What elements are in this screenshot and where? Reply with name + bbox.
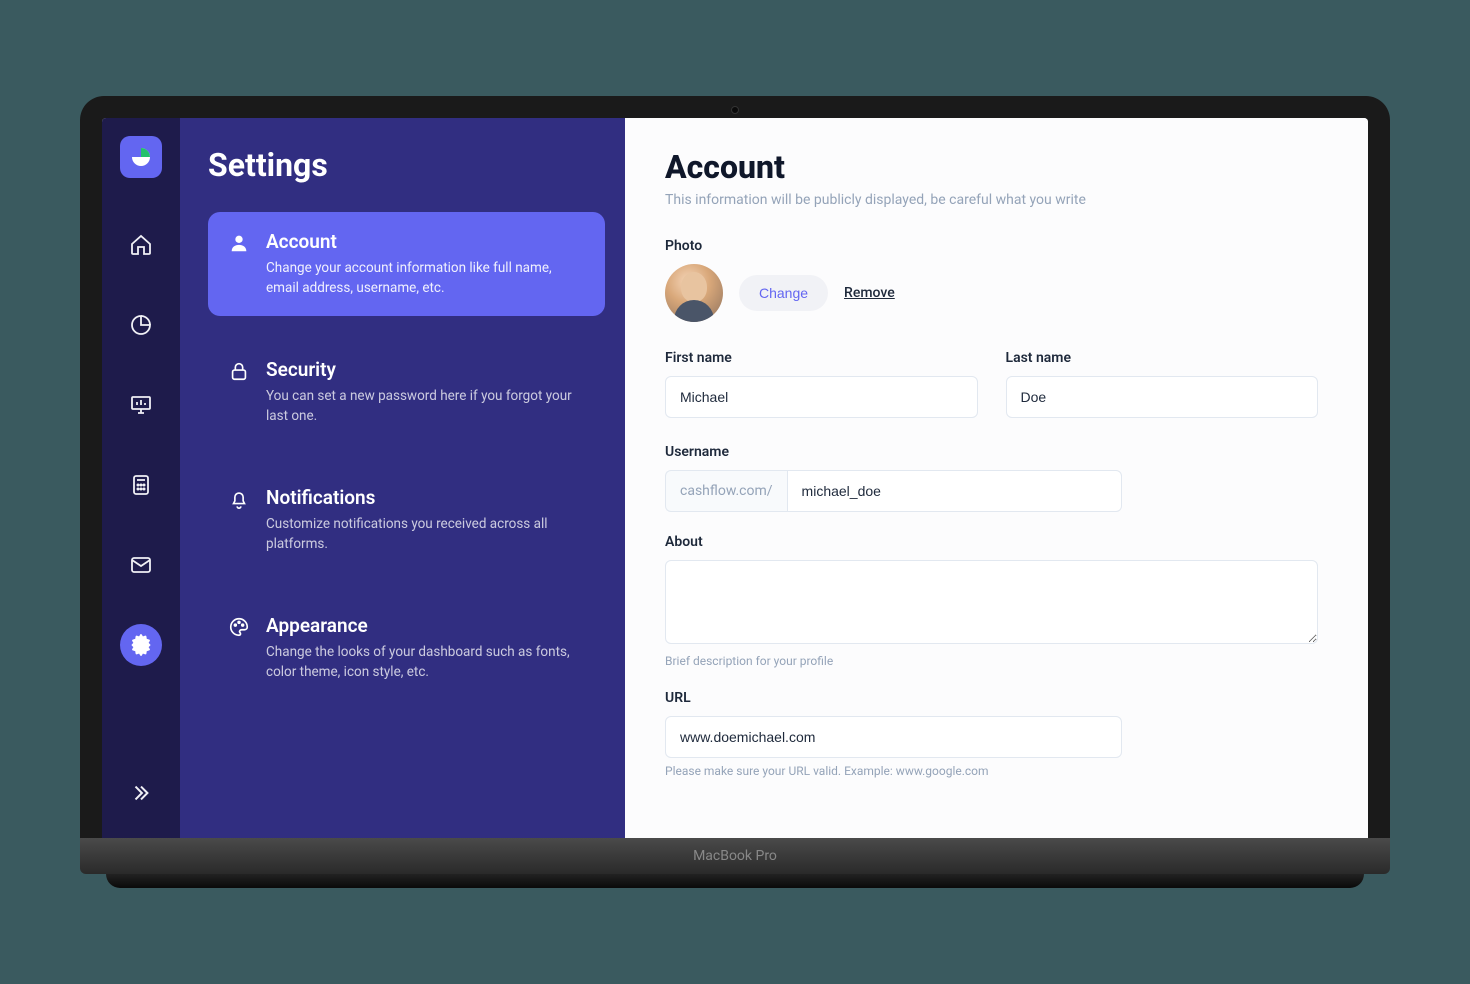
about-label: About: [665, 534, 1318, 550]
settings-item-title: Account: [266, 230, 585, 253]
username-prefix: cashflow.com/: [665, 470, 787, 512]
settings-item-desc: Customize notifications you received acr…: [266, 515, 585, 554]
page-title: Account: [665, 148, 1318, 186]
url-hint: Please make sure your URL valid. Example…: [665, 764, 1318, 778]
rail-expand-toggle[interactable]: [120, 772, 162, 814]
url-label: URL: [665, 690, 1318, 706]
avatar: [665, 264, 723, 322]
settings-item-appearance[interactable]: Appearance Change the looks of your dash…: [208, 596, 605, 700]
nav-settings[interactable]: [120, 624, 162, 666]
url-input[interactable]: [665, 716, 1122, 758]
settings-subnav: Settings Account Change your account inf…: [180, 118, 625, 838]
change-photo-button[interactable]: Change: [739, 275, 828, 311]
laptop-bottom-edge: [106, 874, 1364, 888]
main-content: Account This information will be publicl…: [625, 118, 1368, 838]
chevron-double-right-icon: [130, 782, 152, 804]
nav-home[interactable]: [120, 224, 162, 266]
screen-bezel: Settings Account Change your account inf…: [80, 96, 1390, 838]
gear-icon: [129, 633, 153, 657]
presentation-icon: [129, 393, 153, 417]
pie-logo-icon: [129, 145, 153, 169]
first-name-label: First name: [665, 350, 978, 366]
nav-analytics[interactable]: [120, 304, 162, 346]
first-name-input[interactable]: [665, 376, 978, 418]
nav-presentation[interactable]: [120, 384, 162, 426]
nav-rail: [102, 118, 180, 838]
nav-mail[interactable]: [120, 544, 162, 586]
username-input[interactable]: [787, 470, 1123, 512]
device-frame: Settings Account Change your account inf…: [80, 96, 1390, 888]
about-hint: Brief description for your profile: [665, 654, 1318, 668]
calculator-icon: [129, 473, 153, 497]
last-name-input[interactable]: [1006, 376, 1319, 418]
app-logo[interactable]: [120, 136, 162, 178]
settings-item-desc: Change your account information like ful…: [266, 259, 585, 298]
lock-icon: [228, 360, 250, 382]
photo-label: Photo: [665, 238, 1318, 254]
settings-item-security[interactable]: Security You can set a new password here…: [208, 340, 605, 444]
camera-icon: [731, 106, 739, 114]
settings-item-account[interactable]: Account Change your account information …: [208, 212, 605, 316]
settings-item-title: Appearance: [266, 614, 585, 637]
username-label: Username: [665, 444, 1318, 460]
page-subtitle: This information will be publicly displa…: [665, 192, 1318, 208]
settings-item-title: Security: [266, 358, 585, 381]
photo-controls: Change Remove: [665, 264, 1318, 322]
pie-chart-icon: [129, 313, 153, 337]
laptop-base: MacBook Pro: [80, 838, 1390, 874]
app-viewport: Settings Account Change your account inf…: [102, 118, 1368, 838]
settings-item-notifications[interactable]: Notifications Customize notifications yo…: [208, 468, 605, 572]
settings-item-desc: Change the looks of your dashboard such …: [266, 643, 585, 682]
person-icon: [228, 232, 250, 254]
settings-item-desc: You can set a new password here if you f…: [266, 387, 585, 426]
settings-heading: Settings: [208, 146, 605, 184]
mail-icon: [129, 553, 153, 577]
palette-icon: [228, 616, 250, 638]
nav-calculator[interactable]: [120, 464, 162, 506]
home-icon: [129, 233, 153, 257]
remove-photo-link[interactable]: Remove: [844, 285, 895, 301]
about-textarea[interactable]: [665, 560, 1318, 644]
bell-icon: [228, 488, 250, 510]
last-name-label: Last name: [1006, 350, 1319, 366]
settings-item-title: Notifications: [266, 486, 585, 509]
laptop-label: MacBook Pro: [693, 848, 777, 864]
